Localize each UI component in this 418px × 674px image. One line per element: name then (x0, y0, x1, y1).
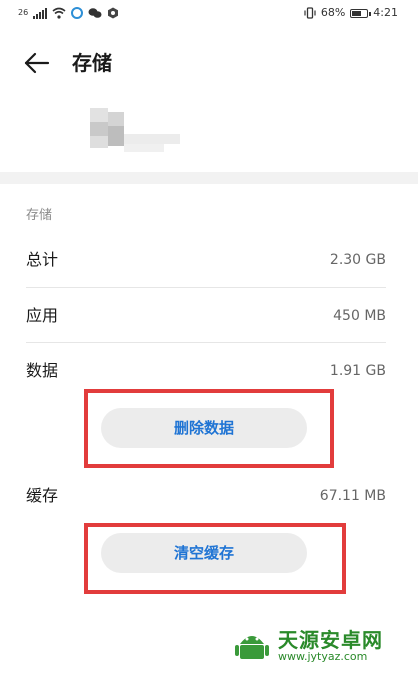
storage-row-apps: 应用 450 MB (26, 302, 386, 330)
row-value: 67.11 MB (319, 488, 386, 504)
highlight-box-delete-data (84, 389, 334, 468)
divider (26, 287, 386, 288)
page-title: 存储 (72, 51, 112, 75)
highlight-box-clear-cache (84, 523, 346, 594)
clock: 4:21 (373, 6, 398, 19)
android-logo-icon (235, 636, 269, 659)
section-divider (0, 172, 418, 184)
signal-icon (33, 7, 48, 19)
app-info (0, 92, 418, 172)
app-notification-icon (71, 7, 84, 19)
blurred-app-icon (90, 104, 180, 154)
row-label: 缓存 (26, 486, 59, 505)
row-value: 2.30 GB (329, 252, 386, 268)
row-label: 总计 (26, 250, 59, 269)
status-bar: 26 68% 4:21 (0, 0, 418, 28)
row-label: 应用 (26, 306, 59, 325)
wechat-icon (88, 8, 102, 18)
storage-section-label: 存储 (26, 208, 53, 223)
battery-fill (352, 10, 362, 16)
network-type: 26 (18, 8, 29, 17)
storage-row-data: 数据 1.91 GB (26, 357, 386, 385)
divider (26, 342, 386, 343)
watermark-url: www.jytyaz.com (278, 650, 368, 663)
watermark: 天源安卓网 www.jytyaz.com (232, 622, 412, 670)
storage-row-cache: 缓存 67.11 MB (26, 482, 386, 510)
battery-icon (350, 8, 372, 18)
battery-percent: 68% (320, 6, 346, 19)
row-label: 数据 (26, 361, 59, 380)
wifi-icon (52, 7, 66, 19)
row-value: 450 MB (333, 308, 386, 324)
storage-row-total: 总计 2.30 GB (26, 246, 386, 274)
watermark-name: 天源安卓网 (278, 628, 383, 652)
vibrate-icon (304, 7, 316, 19)
row-value: 1.91 GB (329, 363, 386, 379)
back-arrow-icon[interactable] (22, 48, 52, 78)
status-right: 68% 4:21 (304, 6, 398, 20)
app-bar: 存储 (0, 36, 418, 92)
status-left: 26 (18, 6, 119, 20)
hexagon-app-icon (108, 7, 119, 19)
